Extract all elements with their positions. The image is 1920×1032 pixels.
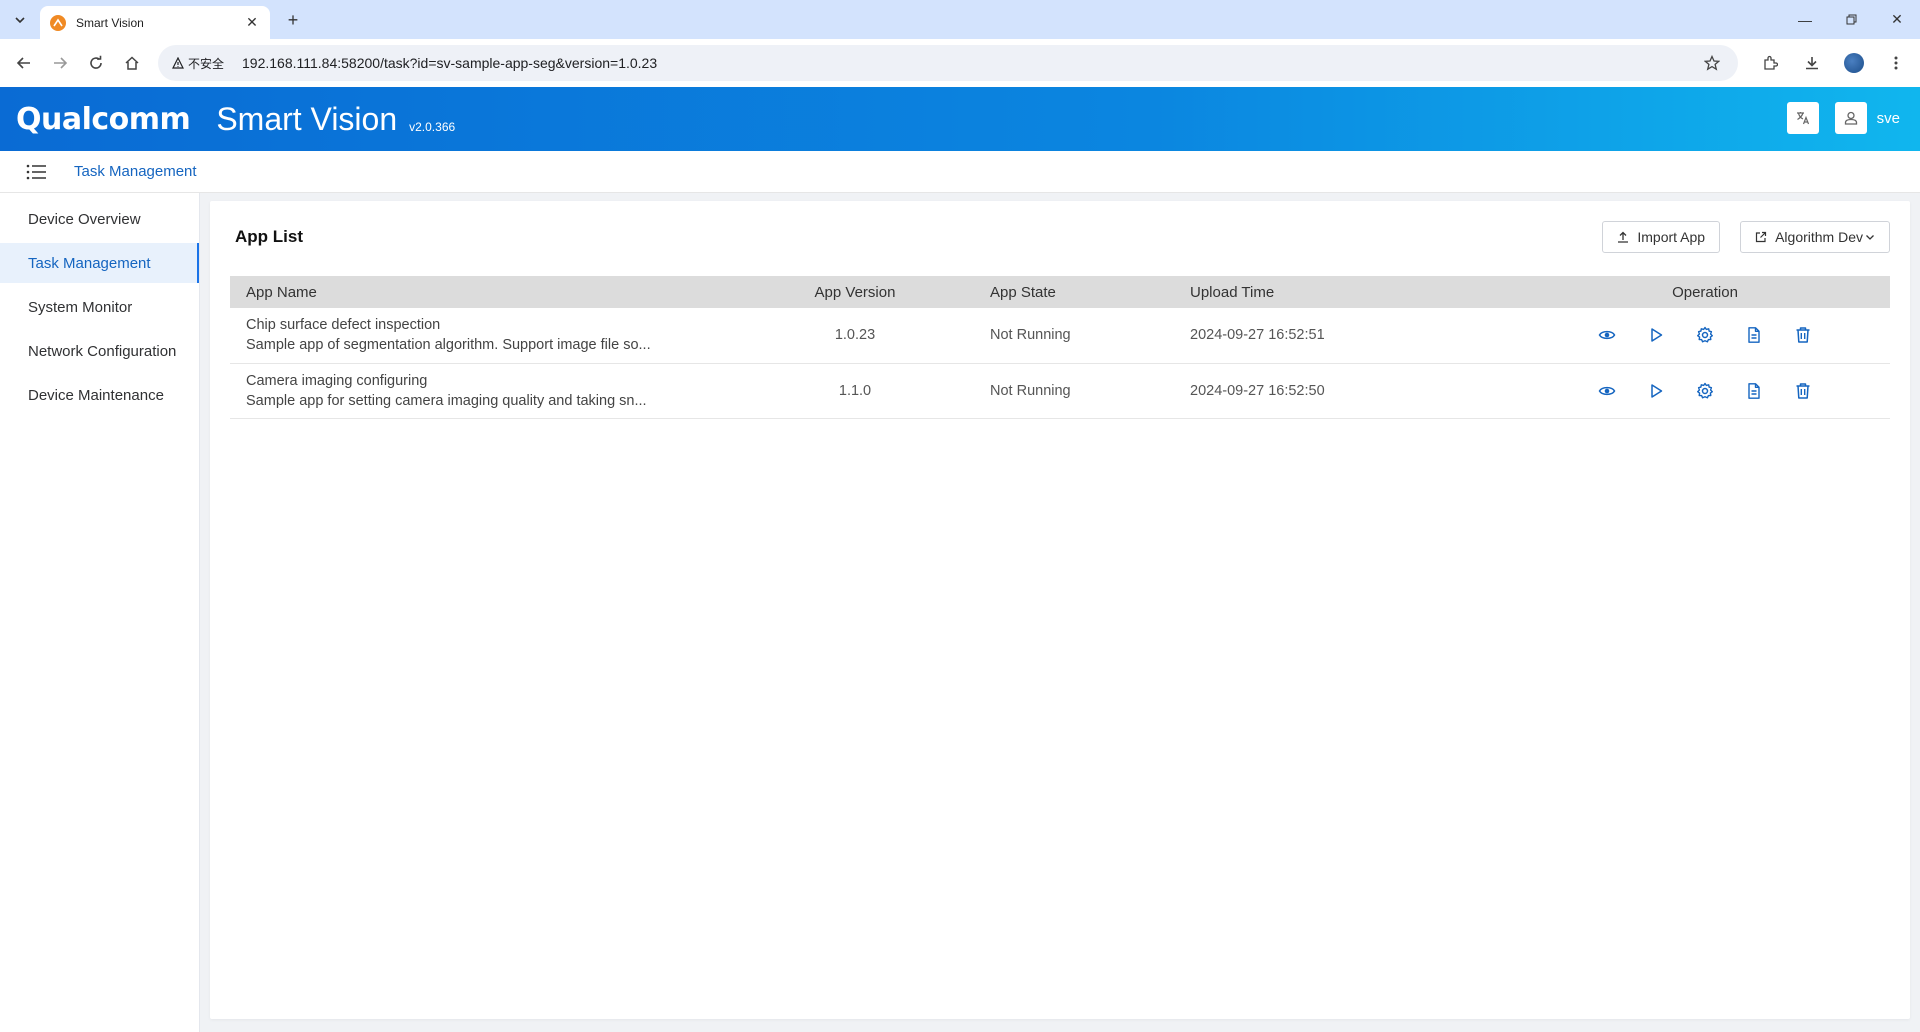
forward-icon[interactable] [42, 45, 78, 81]
translate-icon [1796, 112, 1809, 125]
page-title: App List [235, 227, 303, 246]
column-header-app-name: App Name [230, 276, 780, 308]
brand-logo: Qualcomm [16, 101, 191, 137]
app-title: Smart Vision [216, 100, 398, 137]
algorithm-dev-button[interactable]: Algorithm Dev [1740, 221, 1890, 253]
menu-toggle-icon[interactable] [26, 161, 48, 183]
tab-list-button[interactable] [8, 8, 32, 32]
app-name: Chip surface defect inspection [246, 317, 441, 334]
import-app-button[interactable]: Import App [1602, 221, 1721, 253]
warning-icon [172, 57, 184, 69]
app-version-cell: 1.1.0 [780, 363, 930, 419]
security-label: 不安全 [188, 56, 225, 71]
browser-tabbar: Smart Vision ✕ + — ✕ [0, 0, 1920, 39]
sidebar-item-task-management[interactable]: Task Management [0, 243, 199, 283]
play-icon[interactable] [1645, 380, 1667, 402]
back-icon[interactable] [6, 45, 42, 81]
column-header-operation: Operation [1520, 276, 1890, 308]
external-link-icon [1755, 231, 1767, 243]
app-version: v2.0.366 [409, 120, 456, 134]
address-bar[interactable]: 不安全 192.168.111.84:58200/task?id=sv-samp… [158, 45, 1738, 81]
tab-title: Smart Vision [76, 15, 144, 30]
favicon-icon [50, 14, 66, 31]
user-icon [1844, 111, 1857, 125]
delete-icon[interactable] [1792, 324, 1814, 346]
upload-time-cell: 2024-09-27 16:52:50 [1190, 363, 1520, 419]
window-controls: — ✕ [1782, 0, 1920, 39]
sidebar-item-label: Device Maintenance [28, 386, 164, 404]
sidebar-item-network-configuration[interactable]: Network Configuration [0, 331, 199, 371]
more-menu-icon[interactable] [1878, 45, 1914, 81]
app-table: App Name App Version App State Upload Ti… [230, 276, 1890, 419]
sidebar-item-device-overview[interactable]: Device Overview [0, 199, 199, 239]
upload-icon [1617, 231, 1629, 243]
table-row: Camera imaging configuring Sample app fo… [230, 363, 1890, 419]
algorithm-dev-label: Algorithm Dev [1775, 229, 1863, 245]
window-close-icon[interactable]: ✕ [1874, 0, 1920, 39]
column-header-app-state: App State [930, 276, 1190, 308]
app-description: Sample app of segmentation algorithm. Su… [246, 337, 651, 354]
table-header-row: App Name App Version App State Upload Ti… [230, 276, 1890, 308]
app-list-panel: App List Import App Algorithm Dev App Na… [210, 201, 1910, 1019]
close-icon[interactable]: ✕ [244, 14, 260, 31]
new-tab-button[interactable]: + [282, 9, 304, 31]
play-icon[interactable] [1645, 324, 1667, 346]
home-icon[interactable] [114, 45, 150, 81]
sidebar-item-label: Device Overview [28, 210, 141, 228]
extensions-icon[interactable] [1752, 45, 1788, 81]
browser-tab[interactable]: Smart Vision ✕ [40, 6, 270, 39]
settings-icon[interactable] [1694, 324, 1716, 346]
app-state-cell: Not Running [930, 363, 1190, 419]
chevron-down-icon [15, 17, 25, 24]
app-version-cell: 1.0.23 [780, 308, 930, 364]
view-icon[interactable] [1596, 324, 1618, 346]
upload-time-cell: 2024-09-27 16:52:51 [1190, 308, 1520, 364]
view-icon[interactable] [1596, 380, 1618, 402]
main-content: App List Import App Algorithm Dev App Na… [200, 193, 1920, 1032]
table-row: Chip surface defect inspection Sample ap… [230, 308, 1890, 364]
language-button[interactable] [1786, 102, 1819, 134]
security-indicator[interactable]: 不安全 [168, 53, 232, 74]
app-description: Sample app for setting camera imaging qu… [246, 392, 647, 409]
column-header-app-version: App Version [780, 276, 930, 308]
user-button[interactable] [1834, 102, 1867, 134]
sidebar-item-device-maintenance[interactable]: Device Maintenance [0, 375, 199, 415]
url-text[interactable]: 192.168.111.84:58200/task?id=sv-sample-a… [242, 55, 1688, 71]
sidebar-item-label: Task Management [28, 254, 151, 272]
download-icon[interactable] [1794, 45, 1830, 81]
app-name: Camera imaging configuring [246, 372, 428, 389]
profile-avatar-icon[interactable] [1836, 45, 1872, 81]
app-header: Qualcomm Smart Vision v2.0.366 sve [0, 87, 1920, 151]
document-icon[interactable] [1743, 380, 1765, 402]
bookmark-star-icon[interactable] [1694, 45, 1730, 81]
import-app-label: Import App [1637, 229, 1706, 245]
sidebar-item-system-monitor[interactable]: System Monitor [0, 287, 199, 327]
minimize-icon[interactable]: — [1782, 0, 1828, 39]
restore-icon[interactable] [1828, 0, 1874, 39]
column-header-upload-time: Upload Time [1190, 276, 1520, 308]
sidebar: Device Overview Task Management System M… [0, 193, 200, 1032]
chevron-down-icon [1865, 232, 1875, 242]
delete-icon[interactable] [1792, 380, 1814, 402]
document-icon[interactable] [1743, 324, 1765, 346]
browser-toolbar: 不安全 192.168.111.84:58200/task?id=sv-samp… [0, 39, 1920, 87]
username[interactable]: sve [1877, 110, 1900, 127]
sidebar-item-label: System Monitor [28, 298, 133, 316]
reload-icon[interactable] [78, 45, 114, 81]
breadcrumb[interactable]: Task Management [74, 163, 197, 180]
settings-icon[interactable] [1694, 380, 1716, 402]
sidebar-item-label: Network Configuration [28, 342, 177, 360]
app-state-cell: Not Running [930, 308, 1190, 364]
breadcrumb-bar: Task Management [0, 151, 1920, 193]
